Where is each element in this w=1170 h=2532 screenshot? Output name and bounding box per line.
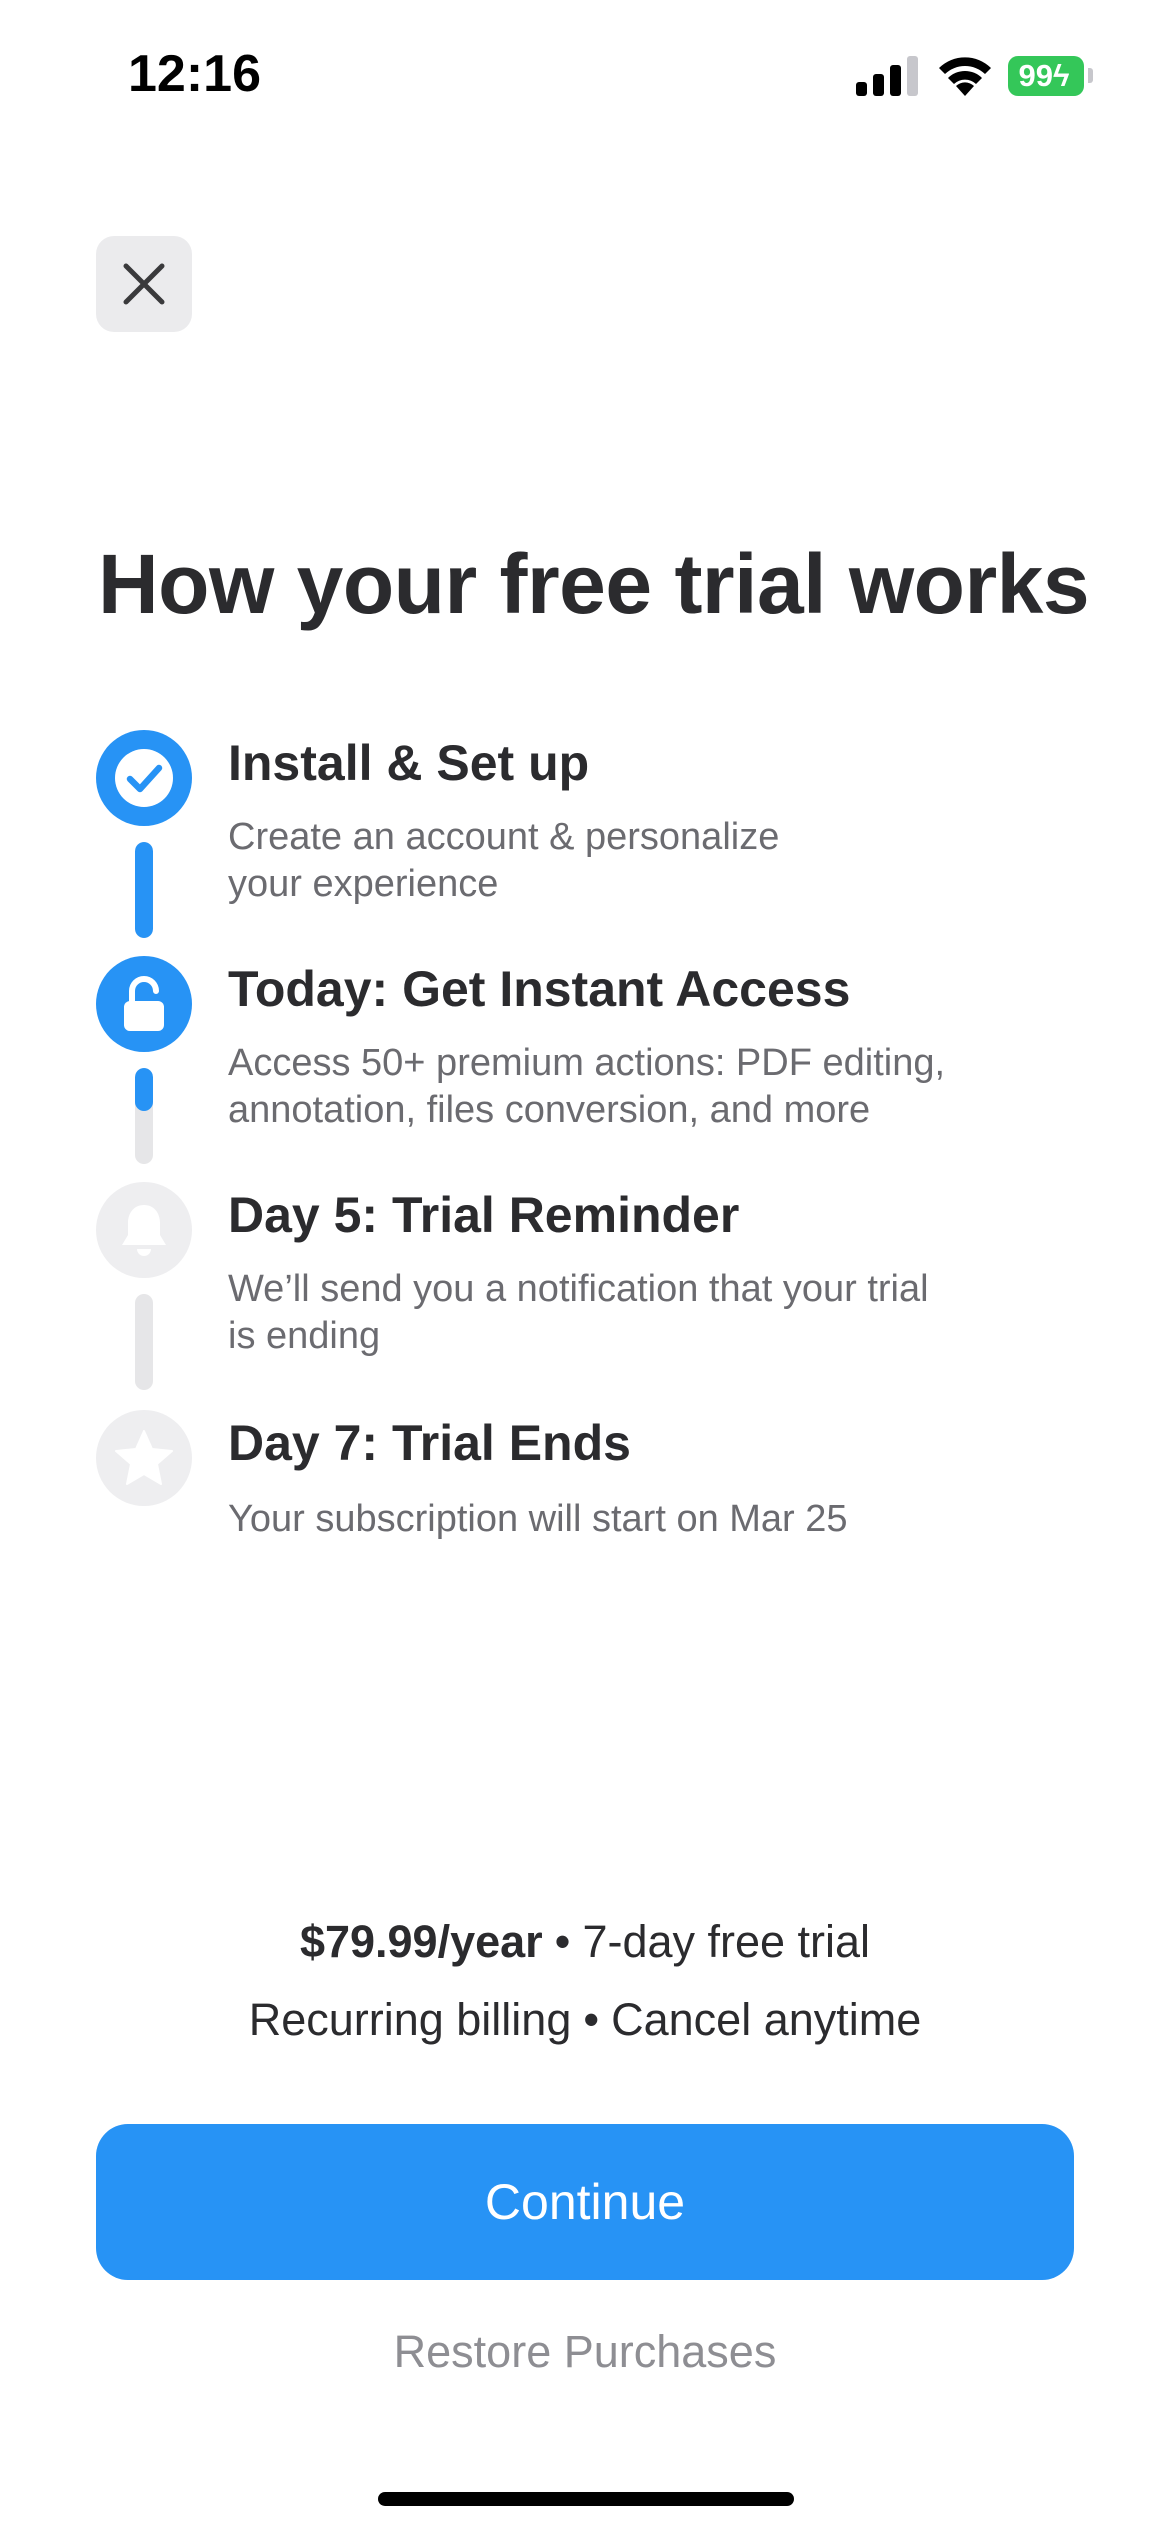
- separator-dot: •: [554, 1916, 571, 1967]
- step-4-title: Day 7: Trial Ends: [228, 1415, 631, 1471]
- step-1-description: Create an account & personalize your exp…: [228, 816, 780, 905]
- billing-type: Recurring billing: [248, 1994, 572, 2045]
- cellular-signal-icon: [856, 56, 918, 96]
- step-4-description: Your subscription will start on Mar 25: [228, 1498, 848, 1540]
- step-2-icon: [96, 956, 192, 1052]
- step-2-connector-fill: [135, 1068, 153, 1112]
- page-title: How your free trial works: [98, 537, 1090, 631]
- bell-icon: [122, 1205, 166, 1256]
- step-1-connector-fill: [135, 842, 153, 938]
- status-time: 12:16: [128, 45, 261, 103]
- step-3-title: Day 5: Trial Reminder: [228, 1187, 740, 1243]
- step-2-description: Access 50+ premium actions: PDF editing,…: [228, 1042, 946, 1131]
- close-icon: [123, 263, 165, 305]
- cancel-policy: Cancel anytime: [611, 1994, 922, 2045]
- step-1-connector: [135, 842, 153, 938]
- wifi-icon: [939, 57, 991, 96]
- separator-dot: •: [583, 1994, 600, 2045]
- price-amount: $79.99/year: [299, 1916, 543, 1967]
- battery-charging-icon: 99ϟ: [1008, 56, 1084, 96]
- step-3-connector: [135, 1294, 153, 1390]
- price-summary: $79.99/year • 7-day free trial: [0, 1916, 1170, 1968]
- step-2-connector: [135, 1068, 153, 1164]
- battery-level: 99: [1018, 58, 1054, 93]
- step-1-icon: [96, 730, 192, 826]
- step-4-icon: [96, 1410, 192, 1506]
- home-indicator: [378, 2492, 794, 2506]
- step-3-description: We’ll send you a notification that your …: [228, 1268, 929, 1357]
- charging-bolt-icon: ϟ: [1053, 58, 1070, 93]
- status-bar: 12:16 99ϟ: [0, 0, 1170, 150]
- close-button[interactable]: [96, 236, 192, 332]
- step-2-title: Today: Get Instant Access: [228, 961, 851, 1017]
- checkmark-icon: [115, 749, 173, 807]
- step-1-title: Install & Set up: [228, 735, 590, 791]
- restore-purchases-link[interactable]: Restore Purchases: [0, 2326, 1170, 2378]
- battery-nub: [1088, 68, 1093, 83]
- trial-length: 7-day free trial: [582, 1916, 871, 1967]
- star-icon: [115, 1430, 173, 1485]
- step-3-icon: [96, 1182, 192, 1278]
- unlock-icon: [124, 976, 164, 1031]
- continue-button[interactable]: Continue: [96, 2124, 1074, 2280]
- billing-summary: Recurring billing • Cancel anytime: [0, 1994, 1170, 2046]
